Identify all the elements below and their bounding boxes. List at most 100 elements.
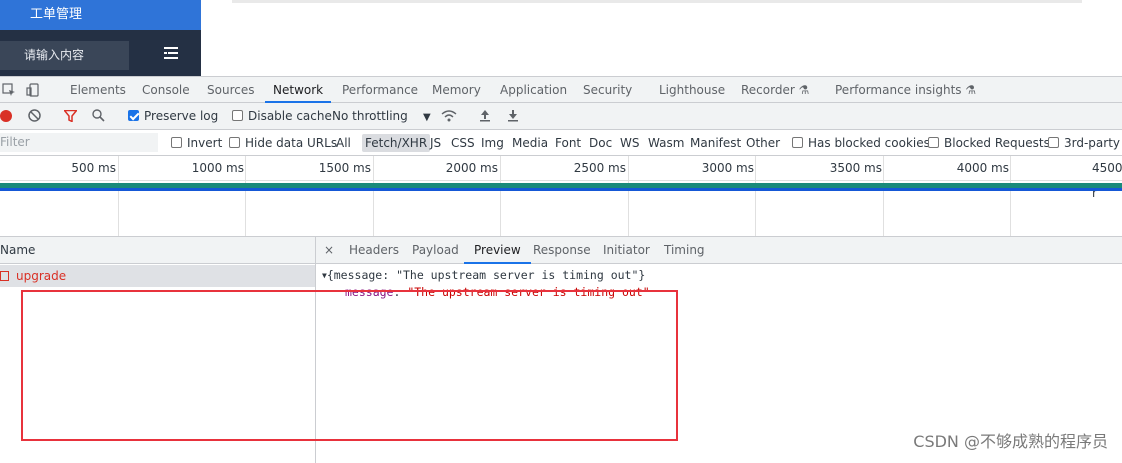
sidebar-item-work-order[interactable]: 工单管理 — [0, 0, 201, 30]
timeline-tick: 500 ms — [40, 156, 116, 181]
waterfall-overview-bar — [0, 183, 1122, 191]
filter-type-img[interactable]: Img — [481, 130, 504, 156]
preview-root-line[interactable]: ▼{message: "The upstream server is timin… — [322, 267, 650, 284]
export-har-icon[interactable] — [507, 103, 519, 130]
blocked-requests-label: Blocked Requests — [944, 136, 1050, 150]
flask-icon: ⚗ — [965, 83, 976, 97]
search-icon[interactable] — [92, 103, 105, 130]
flask-icon: ⚗ — [799, 83, 810, 97]
filter-type-ws[interactable]: WS — [620, 130, 639, 156]
disable-cache-label: Disable cache — [248, 109, 332, 123]
grid-line — [883, 156, 884, 236]
clear-icon[interactable] — [28, 103, 41, 130]
tab-recorder[interactable]: Recorder ⚗ — [741, 77, 809, 103]
request-name: upgrade — [16, 265, 66, 287]
third-party-checkbox[interactable]: 3rd-party r — [1048, 130, 1122, 156]
network-conditions-icon[interactable] — [441, 103, 457, 130]
preserve-log-checkbox[interactable]: Preserve log — [128, 103, 218, 130]
disable-cache-checkbox[interactable]: Disable cache — [232, 103, 332, 130]
hide-data-urls-label: Hide data URLs — [245, 136, 337, 150]
throttling-value: No throttling — [332, 109, 408, 123]
devtools-tab-bar: Elements Console Sources Network Perform… — [0, 77, 1122, 103]
timeline-tick: 4000 ms — [930, 156, 1009, 181]
timeline-tick: 1000 ms — [160, 156, 244, 181]
devtools-panel: Elements Console Sources Network Perform… — [0, 76, 1122, 462]
annotation-highlight-box — [21, 290, 678, 441]
close-icon[interactable]: × — [324, 237, 334, 264]
timeline-tick: 1500 ms — [290, 156, 371, 181]
filter-type-all[interactable]: All — [336, 130, 351, 156]
inspect-element-icon[interactable] — [2, 77, 16, 103]
csdn-watermark: CSDN @不够成熟的程序员 — [913, 428, 1108, 452]
filter-type-font[interactable]: Font — [555, 130, 581, 156]
search-input[interactable]: 请输入内容 — [0, 41, 129, 70]
filter-type-doc[interactable]: Doc — [589, 130, 612, 156]
has-blocked-cookies-label: Has blocked cookies — [808, 136, 930, 150]
tab-initiator[interactable]: Initiator — [603, 237, 650, 264]
preview-summary: {message: "The upstream server is timing… — [327, 268, 646, 282]
checkbox-icon — [792, 137, 803, 148]
tab-performance-insights-label: Performance insights — [835, 83, 962, 97]
request-row[interactable]: upgrade — [0, 265, 315, 287]
timeline-tick: 3500 ms — [800, 156, 882, 181]
tab-sources[interactable]: Sources — [207, 77, 254, 103]
hide-data-urls-checkbox[interactable]: Hide data URLs — [229, 130, 337, 156]
content-divider — [232, 0, 1082, 3]
grid-line — [628, 156, 629, 236]
timeline-tick: 3000 ms — [670, 156, 754, 181]
grid-line — [500, 156, 501, 236]
grid-line — [118, 156, 119, 236]
tab-timing[interactable]: Timing — [664, 237, 705, 264]
filter-type-js[interactable]: JS — [430, 130, 441, 156]
tab-payload[interactable]: Payload — [412, 237, 459, 264]
filter-type-manifest[interactable]: Manifest — [690, 130, 741, 156]
record-icon[interactable] — [0, 103, 12, 130]
filter-bar: Filter Invert Hide data URLs All Fetch/X… — [0, 130, 1122, 156]
timeline-tick: 2000 ms — [420, 156, 498, 181]
checkbox-icon — [1048, 137, 1059, 148]
timeline-ruler[interactable]: 500 ms 1000 ms 1500 ms 2000 ms 2500 ms 3… — [0, 156, 1122, 181]
blocked-requests-checkbox[interactable]: Blocked Requests — [928, 130, 1050, 156]
preserve-log-label: Preserve log — [144, 109, 218, 123]
checkbox-icon — [232, 110, 243, 121]
tab-performance-insights[interactable]: Performance insights ⚗ — [835, 77, 976, 103]
filter-type-other[interactable]: Other — [746, 130, 780, 156]
throttling-select[interactable]: No throttling ▼ — [332, 103, 431, 130]
timeline-tick: 4500 r — [1060, 156, 1122, 181]
failed-request-icon — [0, 271, 9, 281]
checkbox-checked-icon — [128, 110, 139, 121]
menu-toggle-icon[interactable] — [140, 41, 201, 70]
grid-line — [373, 156, 374, 236]
tab-preview[interactable]: Preview — [474, 237, 521, 264]
sidebar: 工单管理 请输入内容 — [0, 0, 201, 76]
name-column-header[interactable]: Name — [0, 237, 315, 264]
filter-type-fetch-xhr[interactable]: Fetch/XHR — [362, 134, 430, 152]
tab-memory[interactable]: Memory — [432, 77, 481, 103]
device-toolbar-icon[interactable] — [26, 77, 40, 103]
has-blocked-cookies-checkbox[interactable]: Has blocked cookies — [792, 130, 930, 156]
filter-type-media[interactable]: Media — [512, 130, 548, 156]
filter-type-css[interactable]: CSS — [451, 130, 475, 156]
tab-performance[interactable]: Performance — [342, 77, 418, 103]
tab-console[interactable]: Console — [142, 77, 190, 103]
tab-network[interactable]: Network — [273, 77, 323, 103]
filter-type-wasm[interactable]: Wasm — [648, 130, 684, 156]
invert-checkbox[interactable]: Invert — [171, 130, 222, 156]
app-area: 工单管理 请输入内容 — [0, 0, 1122, 76]
import-har-icon[interactable] — [479, 103, 491, 130]
tab-headers[interactable]: Headers — [349, 237, 399, 264]
tab-application[interactable]: Application — [500, 77, 567, 103]
checkbox-icon — [928, 137, 939, 148]
tab-lighthouse[interactable]: Lighthouse — [659, 77, 725, 103]
invert-label: Invert — [187, 136, 222, 150]
tab-recorder-label: Recorder — [741, 83, 795, 97]
tab-security[interactable]: Security — [583, 77, 632, 103]
tab-response[interactable]: Response — [533, 237, 591, 264]
grid-line — [1010, 156, 1011, 236]
filter-icon[interactable] — [64, 103, 77, 130]
network-toolbar: Preserve log Disable cache No throttling… — [0, 103, 1122, 130]
tab-elements[interactable]: Elements — [70, 77, 126, 103]
details-tab-bar: × Headers Payload Preview Response Initi… — [316, 237, 1122, 264]
filter-input[interactable]: Filter — [0, 133, 158, 152]
checkbox-icon — [229, 137, 240, 148]
